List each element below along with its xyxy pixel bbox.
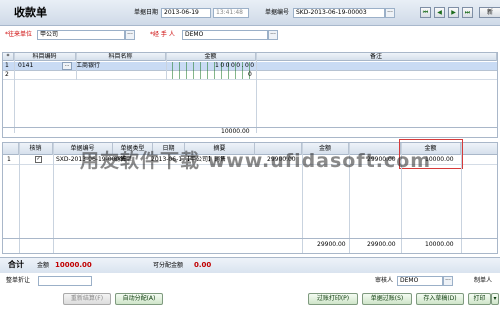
allocatable-label: 可分配金额 — [153, 262, 184, 269]
row-number: 1 — [5, 62, 9, 69]
redo-settle-button[interactable]: 重新结算(F) — [63, 293, 111, 305]
handler-lookup-button[interactable]: ··· — [268, 30, 278, 40]
customer-lookup-button[interactable]: ··· — [125, 30, 135, 40]
last-record-button[interactable]: ⏭ — [462, 7, 473, 18]
watermark-text: 用友软件下载 www.ufidasoft.com — [80, 150, 432, 172]
docno-field[interactable]: SKD-2013-06-19-00003 — [293, 8, 385, 18]
col-subject-code: 科目编码 — [14, 53, 76, 61]
post-document-button[interactable]: 单据过账(S) — [362, 293, 412, 305]
allocatable-value: 0.00 — [194, 261, 212, 269]
save-draft-button[interactable]: 存入草稿(D) — [416, 293, 464, 305]
handler-label: *经 手 人 — [150, 31, 175, 38]
amount-label: 金额 — [37, 262, 50, 269]
col-subject-name: 科目名称 — [76, 53, 166, 61]
date-field[interactable]: 2013-06-19 — [161, 8, 211, 18]
reviewer-lookup-button[interactable]: ··· — [443, 276, 453, 286]
subject-lookup-button[interactable]: ··· — [62, 62, 72, 70]
total-amount1: 29900.00 — [317, 241, 346, 248]
col-amount: 金额 — [166, 53, 256, 61]
time-field: 13:41:48 — [213, 8, 249, 18]
col-remark: 备注 — [256, 53, 497, 61]
prev-record-button[interactable]: ◀ — [434, 7, 445, 18]
discount-field[interactable] — [38, 276, 92, 286]
reviewer-label: 审核人 — [375, 277, 394, 284]
new-button[interactable]: 新 — [479, 7, 500, 18]
customer-field[interactable]: 甲公司 — [37, 30, 125, 40]
col-star: * — [3, 53, 14, 61]
account-table-header: * 科目编码 科目名称 金额 备注 — [3, 53, 497, 61]
subject-code-cell[interactable]: 0141 — [18, 62, 33, 70]
amount-cell[interactable]: 0 — [248, 71, 252, 79]
amount-value: 10000.00 — [55, 261, 92, 269]
post-print-button[interactable]: 过账打印(P) — [308, 293, 358, 305]
maker-label: 制单人 — [474, 277, 493, 284]
col-blank — [3, 143, 19, 155]
total-amount3: 10000.00 — [425, 241, 454, 248]
next-record-button[interactable]: ▶ — [448, 7, 459, 18]
account-total: 10000.00 — [221, 128, 250, 135]
page-title: 收款单 — [14, 6, 47, 19]
discount-label: 整单折让 — [6, 277, 31, 284]
reviewer-field[interactable]: DEMO — [397, 276, 443, 286]
first-record-button[interactable]: ⏮ — [420, 7, 431, 18]
total-amount2: 29900.00 — [367, 241, 396, 248]
heji-label: 合计 — [8, 260, 24, 269]
docno-lookup-button[interactable]: ··· — [385, 8, 395, 18]
col-verify: 核销 — [19, 143, 53, 155]
amount-cell[interactable]: 10000.00 — [215, 62, 256, 70]
handler-field[interactable]: DEMO — [182, 30, 268, 40]
auto-allocate-button[interactable]: 自动分配(A) — [115, 293, 163, 305]
customer-label: *往来单位 — [5, 31, 33, 38]
row-number: 2 — [5, 71, 9, 78]
docno-label: 单据编号 — [265, 9, 290, 16]
print-button[interactable]: 打印 — [468, 293, 491, 305]
print-dropdown-button[interactable]: ▾ — [491, 293, 499, 305]
verify-checkbox[interactable]: ✓ — [35, 156, 42, 163]
subject-name-cell[interactable]: 工商银行 — [76, 62, 100, 70]
row-number: 1 — [7, 156, 11, 163]
date-label: 单据日期 — [134, 9, 159, 16]
